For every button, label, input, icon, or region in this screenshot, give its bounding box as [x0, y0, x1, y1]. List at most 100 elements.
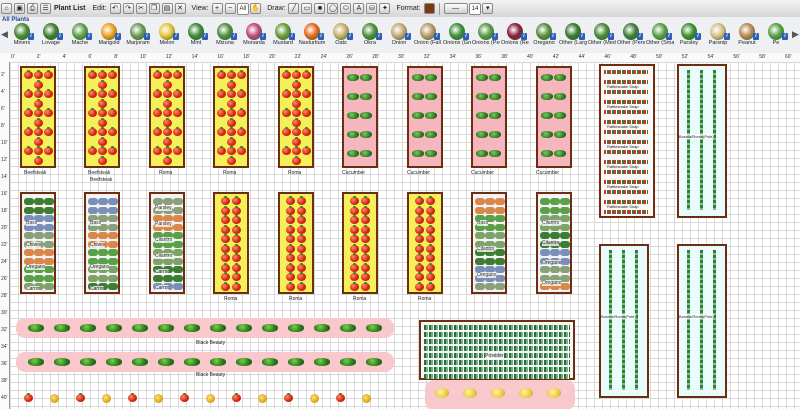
- herb-plant[interactable]: [108, 240, 118, 248]
- tomato-plant[interactable]: [297, 262, 306, 272]
- tomato-plant[interactable]: [98, 146, 107, 155]
- herb-plant[interactable]: [173, 249, 183, 256]
- cucumber-plant[interactable]: [412, 112, 424, 119]
- palette-item[interactable]: i Parsley: [675, 23, 703, 53]
- tomato-plant[interactable]: [350, 243, 359, 253]
- tomato-plant[interactable]: [227, 89, 236, 98]
- tomato-plant[interactable]: [292, 108, 301, 117]
- herb-plant[interactable]: [495, 232, 505, 239]
- tomato-plant[interactable]: [221, 196, 230, 205]
- plant-list-icon[interactable]: ☰: [40, 3, 51, 14]
- tomato-plant[interactable]: [173, 146, 182, 155]
- tomato-plant[interactable]: [163, 117, 172, 127]
- tomato-plant[interactable]: [44, 89, 53, 98]
- tomato-plant[interactable]: [227, 70, 236, 79]
- cucumber-plant[interactable]: [425, 150, 437, 157]
- tomato-plant[interactable]: [98, 108, 107, 117]
- tomato-plant[interactable]: [426, 262, 435, 272]
- tomato-plant[interactable]: [237, 146, 246, 155]
- info-icon[interactable]: i: [376, 33, 382, 40]
- melon-plant[interactable]: [435, 388, 449, 398]
- snap-bean-row[interactable]: [604, 130, 648, 134]
- melon-plant[interactable]: [491, 388, 505, 398]
- tomato-plant[interactable]: [237, 70, 246, 79]
- snap-bean-row[interactable]: [604, 170, 648, 174]
- herb-plant[interactable]: [560, 215, 570, 222]
- tomato-plant[interactable]: [44, 108, 53, 117]
- bush-bean-row[interactable]: [424, 332, 570, 337]
- zucchini-plant[interactable]: [210, 358, 226, 366]
- tomato-plant[interactable]: [173, 127, 182, 136]
- line-width-select[interactable]: 14: [468, 2, 482, 15]
- tomato-plant[interactable]: [426, 205, 435, 215]
- cucumber-plant[interactable]: [476, 112, 488, 119]
- zucchini-plant[interactable]: [236, 324, 252, 332]
- herb-plant[interactable]: [173, 206, 183, 214]
- snap-bean-row[interactable]: [604, 110, 648, 114]
- herb-plant[interactable]: [34, 198, 44, 205]
- zucchini-plant[interactable]: [106, 324, 122, 332]
- herb-plant[interactable]: [108, 198, 118, 205]
- tomato-plant[interactable]: [227, 127, 236, 136]
- tomato-plant[interactable]: [163, 108, 172, 117]
- herb-plant[interactable]: [550, 232, 560, 239]
- tomato-plant[interactable]: [426, 215, 435, 224]
- zucchini-plant[interactable]: [80, 324, 96, 332]
- tomato-plant[interactable]: [34, 79, 43, 89]
- herb-plant[interactable]: [485, 198, 495, 205]
- zucchini-plant[interactable]: [288, 358, 304, 366]
- tomato-plant[interactable]: [173, 89, 182, 98]
- tomato-plant[interactable]: [292, 127, 301, 136]
- tomato-plant[interactable]: [292, 89, 301, 98]
- tomato-plant[interactable]: [282, 127, 291, 136]
- tomato-plant[interactable]: [227, 117, 236, 127]
- bush-bean-row[interactable]: [424, 367, 570, 372]
- herb-plant[interactable]: [550, 249, 560, 256]
- zucchini-plant[interactable]: [54, 324, 70, 332]
- herb-plant[interactable]: [560, 223, 570, 231]
- tomato-plant[interactable]: [286, 262, 295, 272]
- tomato-plant[interactable]: [221, 224, 230, 234]
- tomato-plant[interactable]: [232, 393, 241, 402]
- cut-icon[interactable]: ✂: [135, 3, 147, 14]
- tomato-plant[interactable]: [221, 262, 230, 272]
- tomato-plant[interactable]: [163, 127, 172, 136]
- tomato-plant[interactable]: [361, 196, 370, 205]
- tomato-plant[interactable]: [108, 89, 117, 98]
- tomato-plant[interactable]: [232, 243, 241, 253]
- cucumber-plant[interactable]: [554, 112, 566, 119]
- tomato-plant[interactable]: [88, 70, 97, 79]
- melon-plant[interactable]: [519, 388, 533, 398]
- tomato-plant[interactable]: [282, 146, 291, 155]
- tomato-plant[interactable]: [24, 89, 33, 98]
- cucumber-plant[interactable]: [541, 131, 553, 138]
- tomato-plant[interactable]: [217, 108, 226, 117]
- zucchini-plant[interactable]: [314, 358, 330, 366]
- zucchini-plant[interactable]: [106, 358, 122, 366]
- pole-bean-vine[interactable]: [700, 70, 703, 210]
- tomato-plant[interactable]: [415, 262, 424, 272]
- palette-item[interactable]: i Oregano: [530, 23, 558, 53]
- cucumber-plant[interactable]: [425, 74, 437, 81]
- herb-plant[interactable]: [44, 223, 54, 231]
- tomato-plant[interactable]: [153, 127, 162, 136]
- zucchini-plant[interactable]: [366, 324, 382, 332]
- tomato-plant[interactable]: [350, 215, 359, 224]
- info-icon[interactable]: i: [724, 33, 730, 40]
- save-icon[interactable]: ▣: [14, 3, 25, 14]
- zucchini-plant[interactable]: [184, 324, 200, 332]
- tomato-plant[interactable]: [76, 393, 85, 402]
- palette-item[interactable]: iOther (Perennial): [617, 23, 645, 53]
- herb-plant[interactable]: [173, 274, 183, 282]
- herb-plant[interactable]: [173, 223, 183, 231]
- herb-plant[interactable]: [540, 232, 550, 239]
- pole-bean-vine[interactable]: [687, 70, 690, 210]
- palette-item[interactable]: i Mache: [66, 23, 94, 53]
- tomato-plant[interactable]: [415, 272, 424, 281]
- cucumber-plant[interactable]: [425, 112, 437, 119]
- tomato-plant[interactable]: [98, 117, 107, 127]
- tomato-plant[interactable]: [227, 136, 236, 146]
- cucumber-plant[interactable]: [347, 131, 359, 138]
- info-icon[interactable]: i: [666, 33, 672, 40]
- tomato-plant[interactable]: [415, 215, 424, 224]
